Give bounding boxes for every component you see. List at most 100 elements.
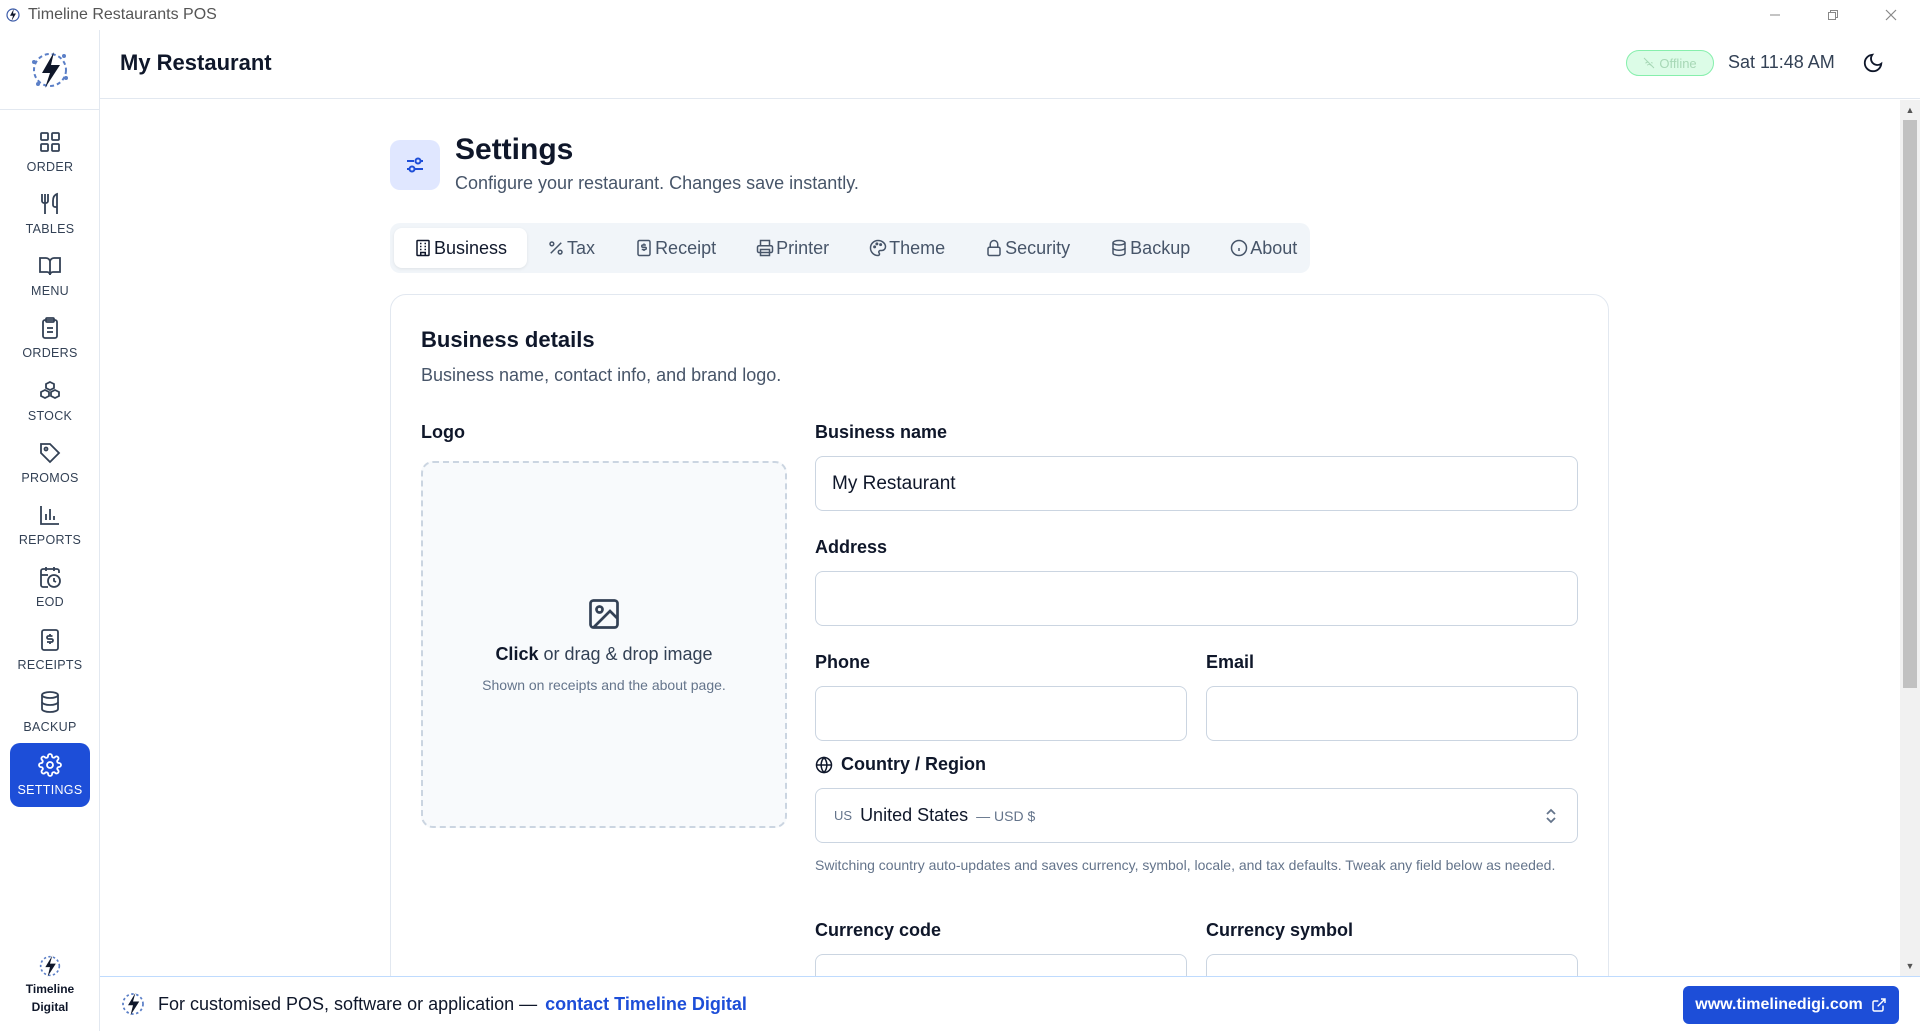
footer-banner: For customised POS, software or applicat… — [100, 976, 1920, 1031]
logo-dropzone[interactable]: Click or drag & drop image Shown on rece… — [421, 461, 787, 828]
grid-icon — [40, 132, 60, 152]
sidebar-item-label: REPORTS — [18, 533, 82, 547]
window-titlebar: Timeline Restaurants POS — [0, 0, 1920, 30]
tab-security[interactable]: Security — [965, 228, 1090, 268]
brand-line-2: Digital — [31, 1000, 69, 1014]
clock: Sat 11:48 AM — [1728, 52, 1835, 72]
sidebar-item-settings[interactable]: SETTINGS — [10, 743, 90, 807]
email-input[interactable] — [1206, 686, 1578, 741]
palette-icon — [869, 239, 887, 257]
image-icon — [589, 599, 619, 629]
external-link-icon — [1871, 998, 1886, 1012]
window-title: Timeline Restaurants POS — [28, 6, 217, 23]
address-label: Address — [815, 537, 888, 557]
sidebar-item-reports[interactable]: REPORTS — [10, 493, 90, 557]
sidebar-item-label: SETTINGS — [17, 783, 83, 797]
tab-label: Backup — [1130, 237, 1191, 258]
database-icon — [41, 691, 59, 713]
sidebar-item-tables[interactable]: TABLES — [10, 182, 90, 246]
printer-icon — [756, 239, 774, 257]
minimize-icon — [1770, 14, 1780, 16]
tab-about[interactable]: About — [1210, 228, 1317, 268]
sidebar-item-label: ORDERS — [22, 346, 78, 360]
currency-symbol-label: Currency symbol — [1206, 920, 1354, 940]
restore-icon — [1828, 10, 1838, 20]
close-button[interactable] — [1862, 0, 1920, 30]
scroll-down-arrow[interactable]: ▼ — [1900, 958, 1920, 974]
country-select[interactable]: US United States — USD $ — [815, 788, 1578, 843]
dropzone-title: Click or drag & drop image — [495, 644, 712, 665]
minimize-button[interactable] — [1746, 0, 1804, 30]
tab-label: Receipt — [655, 237, 717, 258]
moon-icon — [1863, 53, 1883, 73]
info-icon — [1230, 239, 1248, 257]
sidebar-item-promos[interactable]: PROMOS — [10, 431, 90, 495]
tab-business[interactable]: Business — [394, 228, 528, 268]
contact-link[interactable]: contact Timeline Digital — [545, 994, 747, 1015]
sidebar-item-order[interactable]: ORDER — [10, 120, 90, 184]
currency-code-input[interactable] — [815, 954, 1187, 976]
business-details-card: Business details Business name, contact … — [390, 294, 1609, 976]
phone-label: Phone — [815, 652, 871, 672]
country-hint: Switching country auto-updates and saves… — [815, 857, 1556, 873]
gear-icon — [38, 753, 62, 777]
sidebar-item-orders[interactable]: ORDERS — [10, 306, 90, 370]
bar-chart-icon — [40, 506, 59, 525]
dropzone-click-text: Click — [495, 644, 539, 664]
app-logo-icon — [6, 8, 20, 22]
sidebar-item-label: MENU — [30, 284, 69, 298]
business-name-input[interactable]: My Restaurant — [815, 456, 1578, 511]
sidebar: ORDER TABLES MENU ORDERS STOCK PROMOS RE… — [0, 30, 100, 1031]
percent-icon — [549, 241, 563, 255]
tab-backup[interactable]: Backup — [1090, 228, 1210, 268]
business-name-label: Business name — [815, 422, 948, 442]
card-title: Business details — [421, 327, 595, 352]
main-content: Settings Configure your restaurant. Chan… — [100, 100, 1900, 976]
scroll-up-arrow[interactable]: ▲ — [1900, 102, 1920, 118]
phone-input[interactable] — [815, 686, 1187, 741]
sidebar-item-label: STOCK — [27, 409, 73, 423]
page-subtitle: Configure your restaurant. Changes save … — [455, 173, 859, 193]
sidebar-item-label: EOD — [36, 595, 64, 609]
email-label: Email — [1206, 652, 1255, 672]
tab-theme[interactable]: Theme — [849, 228, 965, 268]
sidebar-item-eod[interactable]: EOD — [10, 555, 90, 619]
logo-label: Logo — [421, 422, 465, 442]
status-text: Offline — [1659, 55, 1697, 71]
tab-receipt[interactable]: Receipt — [615, 228, 736, 268]
country-label: Country / Region — [815, 754, 986, 775]
scrollbar-thumb[interactable] — [1903, 120, 1917, 688]
tab-tax[interactable]: Tax — [527, 228, 615, 268]
website-button[interactable]: www.timelinedigi.com — [1683, 986, 1899, 1024]
website-button-label: www.timelinedigi.com — [1695, 996, 1863, 1013]
lock-icon — [987, 239, 1001, 257]
sidebar-item-label: BACKUP — [23, 720, 77, 734]
sidebar-brand-footer[interactable]: Timeline Digital — [0, 952, 100, 1032]
sidebar-item-receipts[interactable]: RECEIPTS — [10, 618, 90, 682]
status-badge: Offline — [1626, 50, 1714, 76]
dropzone-note: Shown on receipts and the about page. — [482, 677, 726, 693]
country-currency: — USD $ — [976, 807, 1036, 824]
tab-label: Tax — [567, 237, 596, 258]
tab-label: Theme — [889, 237, 946, 258]
settings-tabs: Business Tax Receipt Printer Theme Secur… — [390, 223, 1310, 273]
sidebar-item-backup[interactable]: BACKUP — [10, 680, 90, 744]
footer-text: For customised POS, software or applicat… — [158, 993, 538, 1014]
sidebar-item-label: TABLES — [25, 222, 75, 236]
receipt-icon — [41, 629, 59, 651]
currency-symbol-input[interactable] — [1206, 954, 1578, 976]
tab-label: About — [1250, 237, 1298, 258]
timeline-digital-logo-icon — [122, 992, 144, 1016]
address-input[interactable] — [815, 571, 1578, 626]
timeline-digital-logo-icon — [39, 955, 61, 977]
brand-logo[interactable] — [0, 30, 100, 110]
main-scrollbar[interactable]: ▲ ▼ — [1900, 100, 1920, 976]
tab-printer[interactable]: Printer — [736, 228, 849, 268]
close-icon — [1885, 9, 1897, 21]
page-title: Settings — [455, 133, 574, 166]
theme-toggle-button[interactable] — [1862, 52, 1886, 76]
dropzone-drag-text: or drag & drop image — [538, 644, 713, 664]
restore-button[interactable] — [1804, 0, 1862, 30]
sidebar-item-stock[interactable]: STOCK — [10, 369, 90, 433]
sidebar-item-menu[interactable]: MENU — [10, 244, 90, 308]
